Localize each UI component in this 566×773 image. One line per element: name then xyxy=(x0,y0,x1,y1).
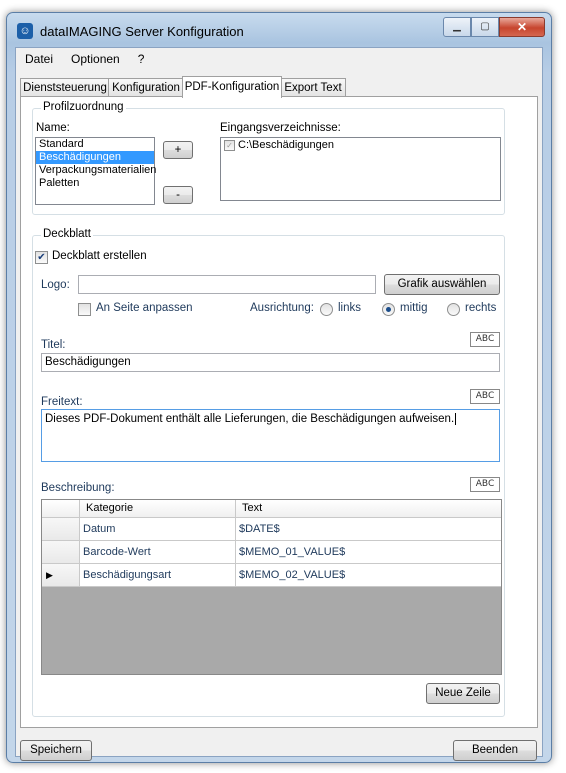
dir-path: C:\Beschädigungen xyxy=(238,139,335,151)
freetext-input[interactable]: Dieses PDF-Dokument enthält alle Lieferu… xyxy=(41,409,500,462)
maximize-button[interactable]: ▢ xyxy=(471,17,499,37)
minimize-button[interactable]: ▁ xyxy=(443,17,471,37)
list-item[interactable]: Verpackungsmaterialien xyxy=(36,164,156,177)
align-right-radio[interactable] xyxy=(447,303,460,316)
row-header[interactable] xyxy=(42,541,80,563)
list-item[interactable]: Standard xyxy=(36,138,154,151)
spellcheck-icon[interactable]: ABC xyxy=(470,332,500,347)
profile-group: Profilzuordnung Name: Standard Beschädig… xyxy=(32,101,505,215)
pdf-config-page: Profilzuordnung Name: Standard Beschädig… xyxy=(20,96,538,728)
menu-help[interactable]: ? xyxy=(129,48,154,70)
column-header-text[interactable]: Text xyxy=(236,500,501,517)
name-label: Name: xyxy=(36,122,70,134)
row-header[interactable] xyxy=(42,518,80,540)
alignment-label: Ausrichtung: xyxy=(250,302,314,314)
menu-bar: Datei Optionen ? xyxy=(16,48,542,70)
table-row-current[interactable]: ▶ Beschädigungsart $MEMO_02_VALUE$ xyxy=(42,564,501,587)
profile-group-title: Profilzuordnung xyxy=(41,101,126,113)
create-cover-label: Deckblatt erstellen xyxy=(52,250,147,262)
input-dirs-label: Eingangsverzeichnisse: xyxy=(220,122,341,134)
cell-text[interactable]: $DATE$ xyxy=(236,518,501,540)
tab-export-text[interactable]: Export Text xyxy=(280,78,346,97)
tab-dienststeuerung[interactable]: Dienststeuerung xyxy=(20,78,110,97)
input-dirs-list[interactable]: ✓ C:\Beschädigungen xyxy=(220,137,501,201)
create-cover-checkbox[interactable]: ✔ xyxy=(35,251,48,264)
window-title: dataIMAGING Server Konfiguration xyxy=(40,24,244,39)
title-label: Titel: xyxy=(41,339,66,351)
description-label: Beschreibung: xyxy=(41,482,115,494)
title-input[interactable]: Beschädigungen xyxy=(41,353,500,372)
spellcheck-icon[interactable]: ABC xyxy=(470,389,500,404)
client-area: Datei Optionen ? Dienststeuerung Konfigu… xyxy=(15,47,543,761)
current-row-arrow-icon[interactable]: ▶ xyxy=(42,564,80,586)
column-header-kategorie[interactable]: Kategorie xyxy=(80,500,236,517)
fit-page-label: An Seite anpassen xyxy=(96,302,193,314)
fit-page-checkbox[interactable] xyxy=(78,303,91,316)
table-row[interactable]: Barcode-Wert $MEMO_01_VALUE$ xyxy=(42,541,501,564)
exit-button[interactable]: Beenden xyxy=(453,740,537,761)
cell-text[interactable]: $MEMO_01_VALUE$ xyxy=(236,541,501,563)
remove-profile-button[interactable]: - xyxy=(163,186,193,204)
align-left-label: links xyxy=(338,302,362,314)
new-row-button[interactable]: Neue Zeile xyxy=(426,683,500,704)
title-bar[interactable]: ☺ dataIMAGING Server Konfiguration ▁ ▢ ✕ xyxy=(7,13,551,47)
align-center-label: mittig xyxy=(400,302,428,314)
add-profile-button[interactable]: + xyxy=(163,141,193,159)
cover-group: Deckblatt ✔ Deckblatt erstellen Logo: Gr… xyxy=(32,228,505,717)
menu-optionen[interactable]: Optionen xyxy=(62,48,129,70)
cell-kategorie[interactable]: Datum xyxy=(80,518,236,540)
save-button[interactable]: Speichern xyxy=(20,740,92,761)
logo-label: Logo: xyxy=(41,279,70,291)
tab-konfiguration[interactable]: Konfiguration xyxy=(108,78,184,97)
align-right-label: rechts xyxy=(465,302,497,314)
grid-corner xyxy=(42,500,80,517)
list-item-selected[interactable]: Beschädigungen xyxy=(36,151,154,164)
main-window: ☺ dataIMAGING Server Konfiguration ▁ ▢ ✕… xyxy=(6,12,552,763)
cell-kategorie[interactable]: Barcode-Wert xyxy=(80,541,236,563)
logo-input[interactable] xyxy=(78,275,376,294)
align-left-radio[interactable] xyxy=(320,303,333,316)
table-row[interactable]: Datum $DATE$ xyxy=(42,518,501,541)
cell-text[interactable]: $MEMO_02_VALUE$ xyxy=(236,564,501,586)
list-item[interactable]: Paletten xyxy=(36,177,154,190)
list-item[interactable]: ✓ C:\Beschädigungen xyxy=(221,138,500,153)
cover-group-title: Deckblatt xyxy=(41,228,93,240)
text-cursor xyxy=(455,413,457,425)
choose-graphic-button[interactable]: Grafik auswählen xyxy=(384,274,500,295)
menu-datei[interactable]: Datei xyxy=(16,48,62,70)
tab-pdf-konfiguration[interactable]: PDF-Konfiguration xyxy=(182,76,282,98)
profile-name-list[interactable]: Standard Beschädigungen Verpackungsmater… xyxy=(35,137,156,205)
align-center-radio[interactable] xyxy=(382,303,395,316)
freetext-label: Freitext: xyxy=(41,396,83,408)
cell-kategorie[interactable]: Beschädigungsart xyxy=(80,564,236,586)
freetext-value: Dieses PDF-Dokument enthält alle Lieferu… xyxy=(45,413,455,425)
spellcheck-icon[interactable]: ABC xyxy=(470,477,500,492)
description-grid[interactable]: Kategorie Text Datum $DATE$ Barcode-Wert… xyxy=(41,499,502,675)
close-button[interactable]: ✕ xyxy=(499,17,545,37)
grid-header: Kategorie Text xyxy=(42,500,501,518)
app-logo-icon: ☺ xyxy=(17,23,33,39)
dir-checkbox[interactable]: ✓ xyxy=(224,140,235,151)
